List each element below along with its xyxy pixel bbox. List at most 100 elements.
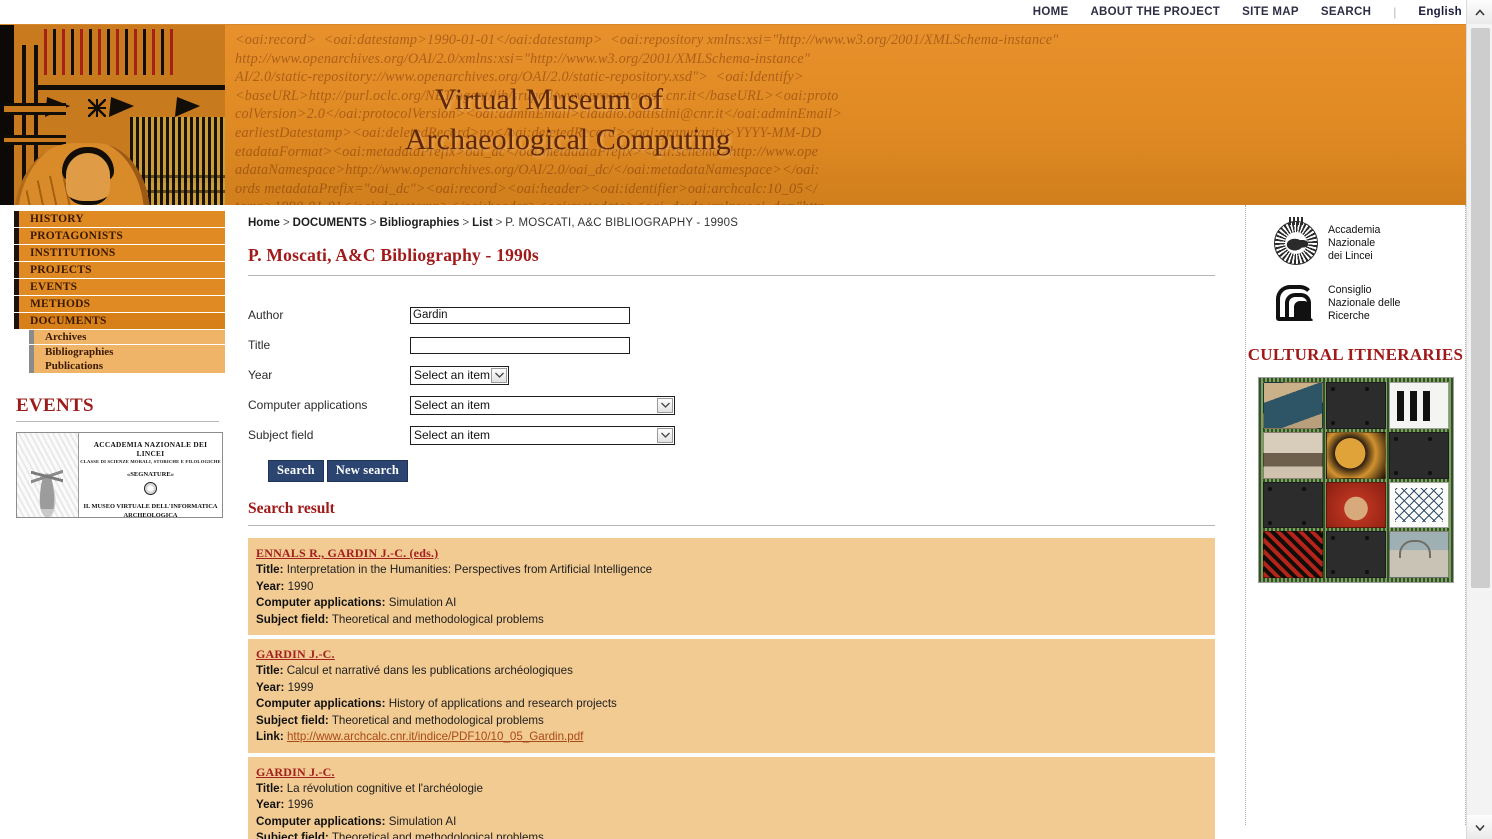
search-result-divider: [248, 525, 1215, 526]
sidebar-item-events[interactable]: EVENTS: [14, 279, 225, 296]
sidebar-item-label: EVENTS: [30, 281, 78, 293]
author-label: Author: [248, 308, 284, 322]
result-item: GARDIN J.-C. Title: Calcul et narrativé …: [248, 639, 1215, 753]
sidebar-item-history[interactable]: HISTORY: [14, 211, 225, 228]
result-subject-field-label: Subject field:: [256, 713, 329, 727]
title-label: Title: [248, 338, 271, 352]
sidebar-item-projects[interactable]: PROJECTS: [14, 262, 225, 279]
scroll-up-button[interactable]: [1467, 0, 1492, 24]
event-poster[interactable]: ACCADEMIA NAZIONALE DEI LINCEI CLASSE DI…: [16, 432, 223, 518]
nav-separator: |: [1393, 5, 1397, 19]
sidebar-item-label: PROJECTS: [30, 264, 92, 276]
submenu-item-archives[interactable]: Archives: [29, 330, 225, 345]
nav-link-site-map[interactable]: SITE MAP: [1242, 6, 1299, 18]
poster-line1: ACCADEMIA NAZIONALE DEI LINCEI: [93, 440, 208, 458]
vertical-scrollbar[interactable]: [1466, 0, 1492, 839]
computer-applications-select[interactable]: Select an item: [410, 395, 675, 415]
result-title-line: Title: Interpretation in the Humanities:…: [256, 562, 1207, 579]
scroll-down-button[interactable]: [1467, 815, 1492, 839]
year-label: Year: [248, 368, 273, 382]
page-title: P. Moscati, A&C Bibliography - 1990s: [248, 245, 539, 265]
itinerary-thumbnail[interactable]: [1388, 531, 1449, 578]
subject-field-select[interactable]: Select an item: [410, 425, 675, 445]
result-link-url[interactable]: http://www.archcalc.cnr.it/indice/PDF10/…: [287, 730, 583, 743]
itinerary-thumbnail[interactable]: [1388, 382, 1449, 429]
cnr-logo-text: Consiglio Nazionale delle Ricerche: [1328, 283, 1401, 322]
submenu-item-bibliographies[interactable]: Bibliographies: [29, 345, 225, 359]
itinerary-thumbnail[interactable]: [1388, 481, 1449, 529]
itinerary-thumbnail[interactable]: [1262, 382, 1323, 429]
result-author-link[interactable]: GARDIN J.-C.: [256, 765, 335, 780]
cnr-logo-block: Consiglio Nazionale delle Ricerche: [1246, 265, 1465, 323]
result-title-value: La révolution cognitive et l'archéologie: [286, 781, 483, 795]
result-title-line: Title: Calcul et narrativé dans les publ…: [256, 663, 1207, 680]
nav-link-about-the-project[interactable]: ABOUT THE PROJECT: [1090, 6, 1220, 18]
sidebar-item-label: HISTORY: [30, 213, 84, 225]
sidebar-item-label: PROTAGONISTS: [30, 230, 123, 242]
language-selector[interactable]: English: [1418, 6, 1462, 18]
result-author-link[interactable]: GARDIN J.-C.: [256, 647, 335, 662]
cultural-itineraries-title: CULTURAL ITINERARIES: [1247, 345, 1464, 364]
itinerary-thumbnail[interactable]: [1325, 481, 1386, 529]
poster-seal-icon: [144, 482, 157, 495]
oai-xml-watermark: <oai:record> <oai:datestamp>1990-01-01</…: [235, 32, 1059, 205]
result-item: GARDIN J.-C. Title: La révolution cognit…: [248, 756, 1215, 839]
lincei-logo-text: Accademia Nazionale dei Lincei: [1328, 223, 1381, 262]
sidebar-item-protagonists[interactable]: PROTAGONISTS: [14, 228, 225, 245]
result-year-label: Year:: [256, 798, 285, 811]
results-list: ENNALS R., GARDIN J.-C. (eds.) Title: In…: [248, 538, 1215, 839]
breadcrumb-item-documents[interactable]: DOCUMENTS: [293, 217, 367, 229]
result-computer-applications-value: History of applications and research pro…: [388, 697, 617, 710]
result-computer-applications-value: Simulation AI: [388, 814, 457, 828]
submenu-item-label: Archives: [45, 331, 87, 343]
year-select[interactable]: Select an item: [410, 365, 509, 385]
new-search-button[interactable]: New search: [326, 460, 408, 482]
year-select-value: Select an item: [414, 368, 491, 382]
result-author-link[interactable]: ENNALS R., GARDIN J.-C. (eds.): [256, 546, 438, 561]
form-row-year: Year Select an item: [248, 360, 1233, 390]
itinerary-thumbnail[interactable]: [1388, 431, 1449, 479]
result-year-line: Year: 1999: [256, 680, 1207, 697]
itinerary-thumbnail[interactable]: [1262, 531, 1323, 578]
breadcrumb-item-home[interactable]: Home: [248, 217, 280, 229]
itinerary-thumbnail[interactable]: [1262, 481, 1323, 529]
breadcrumb-item-bibliographies[interactable]: Bibliographies: [380, 217, 460, 229]
scrollbar-thumb[interactable]: [1471, 28, 1490, 588]
result-year-value: 1999: [287, 680, 314, 694]
itinerary-thumbnail[interactable]: [1325, 431, 1386, 479]
page-body: HISTORY PROTAGONISTS INSTITUTIONS PROJEC…: [0, 205, 1466, 839]
title-divider: [248, 275, 1215, 276]
events-panel-title: EVENTS: [16, 395, 94, 416]
result-title-label: Title:: [256, 664, 284, 677]
page-content: <oai:record> <oai:datestamp>1990-01-01</…: [0, 25, 1466, 839]
sidebar-item-documents[interactable]: DOCUMENTS: [14, 313, 225, 330]
computer-applications-select-value: Select an item: [414, 398, 491, 412]
itinerary-thumbnail[interactable]: [1325, 382, 1386, 429]
main-menu: HISTORY PROTAGONISTS INSTITUTIONS PROJEC…: [14, 205, 225, 330]
submenu-item-label: Publications: [45, 360, 104, 372]
breadcrumb-item-list[interactable]: List: [472, 217, 492, 229]
result-title-label: Title:: [256, 563, 284, 576]
result-link-line: Link: http://www.archcalc.cnr.it/indice/…: [256, 729, 1207, 746]
result-subject-field-line: Subject field: Theoretical and methodolo…: [256, 713, 1207, 730]
cnr-logo-icon: [1274, 283, 1318, 323]
result-computer-applications-line: Computer applications: History of applic…: [256, 696, 1207, 713]
nav-link-search[interactable]: SEARCH: [1321, 6, 1371, 18]
search-button[interactable]: Search: [268, 460, 324, 482]
breadcrumb-separator: >: [369, 217, 377, 229]
result-computer-applications-value: Simulation AI: [388, 596, 457, 609]
computer-applications-label: Computer applications: [248, 398, 368, 412]
result-subject-field-line: Subject field: Theoretical and methodolo…: [256, 830, 1207, 839]
nav-link-home[interactable]: HOME: [1033, 6, 1069, 18]
sidebar-item-institutions[interactable]: INSTITUTIONS: [14, 245, 225, 262]
itinerary-thumbnail[interactable]: [1325, 531, 1386, 578]
chevron-down-icon: [657, 397, 673, 413]
sidebar-item-methods[interactable]: METHODS: [14, 296, 225, 313]
submenu-item-publications[interactable]: Publications: [29, 359, 225, 373]
result-year-line: Year: 1996: [256, 797, 1207, 814]
title-input[interactable]: [410, 336, 630, 354]
subject-field-select-value: Select an item: [414, 428, 491, 442]
chevron-down-icon: [657, 427, 673, 443]
itinerary-thumbnail[interactable]: [1262, 431, 1323, 479]
author-input[interactable]: [410, 306, 630, 324]
